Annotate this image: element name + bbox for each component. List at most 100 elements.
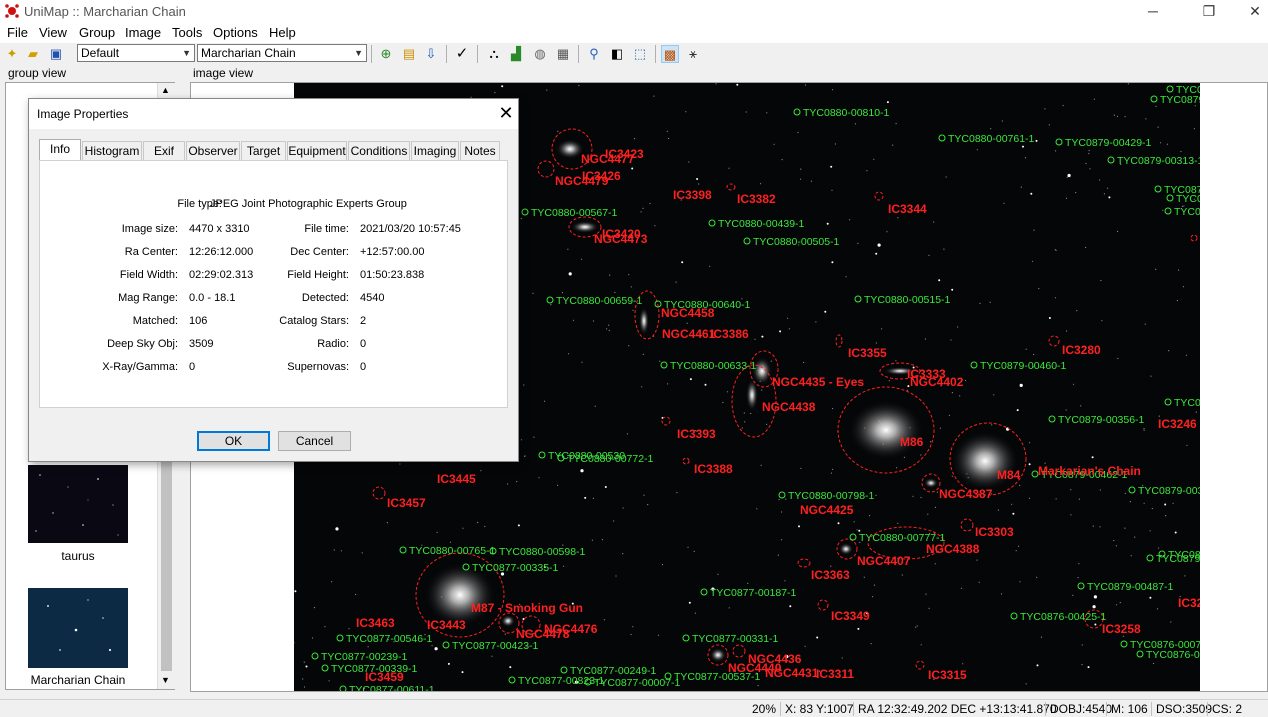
star [1115,604,1118,606]
menu-tools[interactable]: Tools [172,25,202,40]
star [930,441,932,443]
star [303,686,306,688]
star [1016,409,1019,412]
star [803,361,805,364]
star [1143,429,1145,431]
scroll-down-icon[interactable]: ▼ [161,675,170,685]
ok-button[interactable]: OK [197,431,270,451]
menu-help[interactable]: Help [269,25,296,40]
galaxy-ngc4477 [556,139,584,159]
load-folder-icon[interactable]: ▤ [400,45,418,63]
menu-view[interactable]: View [39,25,67,40]
tab-imaging[interactable]: Imaging [411,141,459,160]
save-icon[interactable]: ▣ [47,45,65,63]
group-combo[interactable]: Marcharian Chain ▼ [197,44,367,62]
group-thumbnail-taurus[interactable] [28,465,128,543]
star [934,506,937,508]
star [312,637,314,639]
deep-sky-object-label: IC3233 [1178,596,1200,610]
star [1116,230,1119,233]
star [641,386,643,388]
select-area-icon[interactable]: ⬚ [631,45,649,63]
star [888,380,890,382]
catalog-star-label: TYC0880-00515-1 [864,294,951,306]
star [523,384,525,386]
tab-observer[interactable]: Observer [186,141,240,160]
profile-combo[interactable]: Default ▼ [77,44,195,62]
close-window-button[interactable]: ✕ [1232,0,1268,23]
star [1003,202,1005,204]
scroll-up-icon[interactable]: ▲ [161,85,170,95]
star [1072,594,1074,596]
catalog-star-marker [743,237,751,245]
star [698,183,700,185]
star [591,539,593,541]
dialog-title-bar[interactable]: Image Properties ✕ [29,99,518,129]
deep-sky-obj-value: 3509 [189,338,214,350]
import-icon[interactable]: ⇩ [422,45,440,63]
minimize-button[interactable]: ─ [1130,0,1176,23]
catalog-star-marker [321,664,329,672]
tab-exif[interactable]: Exif [143,141,185,160]
deep-sky-object-label: NGC4425 [800,503,854,517]
tab-info[interactable]: Info [39,139,81,161]
new-file-icon[interactable]: ✦ [3,45,21,63]
tab-target[interactable]: Target [241,141,286,160]
star [1159,142,1162,144]
catalog-star-marker [1164,207,1172,215]
star [1093,98,1095,100]
invert-icon[interactable]: ◧ [608,45,626,63]
telescope-icon[interactable]: ⚹ [684,45,702,63]
menu-file[interactable]: File [7,25,28,40]
star [562,565,565,567]
catalog-star-label: TYC0876-00139-1 [1146,649,1200,661]
catalog-star-label: TYC0877-00187-1 [710,587,797,599]
star [896,467,898,469]
toolbar-separator [477,45,478,63]
menu-options[interactable]: Options [213,25,258,40]
tab-equipment[interactable]: Equipment [287,141,347,160]
star [447,662,450,665]
star [1093,595,1097,599]
star [976,149,978,151]
tab-histogram[interactable]: Histogram [82,141,142,160]
menu-image[interactable]: Image [125,25,161,40]
star [784,580,786,582]
check-icon[interactable]: ✓ [453,45,471,63]
menu-group[interactable]: Group [79,25,115,40]
file-type-value: JPEG Joint Photographic Experts Group [210,198,407,210]
title-bar: UniMap :: Marcharian Chain ─ ❐ ✕ [0,0,1268,23]
cancel-button[interactable]: Cancel [278,431,351,451]
deep-sky-object-label: NGC4388 [926,542,980,556]
catalog-star-marker [1048,415,1056,423]
star [642,207,644,209]
star [854,123,857,125]
star [1078,563,1080,565]
star [654,225,656,227]
star [538,477,540,479]
grid-icon[interactable]: ▦ [554,45,572,63]
catalog-star-marker [442,641,450,649]
chart-icon[interactable]: ▟ [507,45,525,63]
dialog-close-icon[interactable]: ✕ [495,102,517,124]
star [1001,120,1004,122]
star [1143,502,1145,504]
group-thumbnail-marcharian-chain[interactable] [28,588,128,668]
tab-conditions[interactable]: Conditions [348,141,410,160]
globe-icon[interactable]: ◍ [531,45,549,63]
zoom-icon[interactable]: ⚲ [585,45,603,63]
add-image-icon[interactable]: ⊕ [377,45,395,63]
star [1100,279,1102,282]
maximize-button[interactable]: ❐ [1186,0,1232,23]
open-folder-icon[interactable]: ▰ [24,45,42,63]
catalog-star-label: TYC0877-00331-1 [692,633,779,645]
binoculars-icon[interactable]: ⛬ [485,45,503,63]
catalog-star-label: TYC0879-00385-2 [1160,94,1200,106]
catalog-star-marker [1166,85,1174,93]
field-height-label: Field Height: [287,269,349,281]
layers-icon[interactable]: ▩ [661,45,679,63]
tab-notes[interactable]: Notes [460,141,500,160]
star [728,607,730,609]
star [837,522,840,525]
star [831,189,833,191]
